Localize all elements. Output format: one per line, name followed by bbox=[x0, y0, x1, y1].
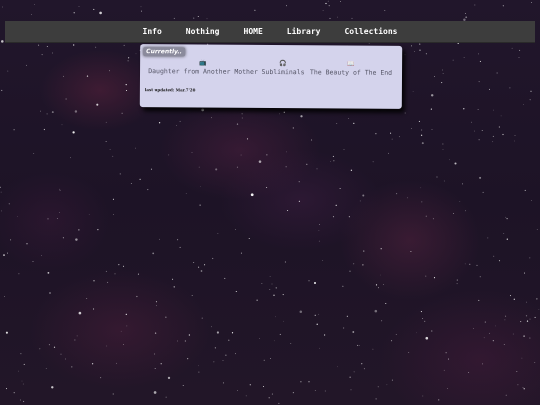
last-updated-text: last updated: Mar.7'20 bbox=[144, 87, 196, 93]
currently-listening: 🎧 Subliminals bbox=[260, 59, 306, 76]
listening-title: Subliminals bbox=[261, 67, 305, 77]
watching-title: Daughter from Another Mother bbox=[148, 67, 258, 76]
nav-link-info[interactable]: Info bbox=[143, 27, 162, 36]
currently-title: Currently.. bbox=[143, 47, 185, 57]
top-nav-bar: Info Nothing HOME Library Collections bbox=[5, 21, 535, 43]
nav-link-home[interactable]: HOME bbox=[244, 27, 263, 36]
currently-watching: 📺 Daughter from Another Mother bbox=[146, 58, 260, 76]
headphones-icon: 🎧 bbox=[279, 60, 287, 68]
currently-reading: 📖 The Beauty of The End bbox=[306, 59, 396, 77]
nav-link-collections[interactable]: Collections bbox=[344, 27, 397, 36]
currently-card: Currently.. 📺 Daughter from Another Moth… bbox=[139, 44, 403, 109]
nav-link-nothing[interactable]: Nothing bbox=[186, 27, 220, 36]
reading-title: The Beauty of The End bbox=[309, 68, 393, 77]
nav-link-library[interactable]: Library bbox=[287, 27, 321, 36]
